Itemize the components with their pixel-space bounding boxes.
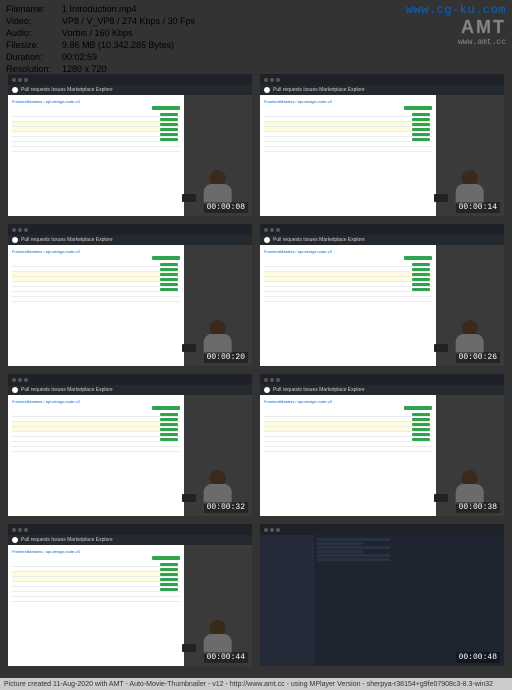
file-info-block: Filename: 1 Introduction.mp4 Video: VP8 … xyxy=(6,3,195,75)
clone-button xyxy=(152,556,180,560)
clone-button xyxy=(404,406,432,410)
github-icon xyxy=(12,87,18,93)
github-navbar: Pull requests Issues Marketplace Explore xyxy=(260,235,504,245)
github-repo-page: FrontendMasters / api-design-node-v3 xyxy=(8,95,184,216)
video-thumbnail: 00:00:48 xyxy=(260,524,504,666)
label-video: Video: xyxy=(6,15,62,27)
github-repo-page: FrontendMasters / api-design-node-v3 xyxy=(8,245,184,366)
video-thumbnail: Pull requests Issues Marketplace Explore… xyxy=(8,74,252,216)
browser-titlebar xyxy=(8,224,252,235)
clone-button xyxy=(152,106,180,110)
github-navbar: Pull requests Issues Marketplace Explore xyxy=(260,85,504,95)
presenter-video xyxy=(184,545,252,666)
repo-title: FrontendMasters / api-design-node-v3 xyxy=(264,99,432,104)
video-thumbnail: Pull requests Issues Marketplace Explore… xyxy=(260,74,504,216)
github-repo-page: FrontendMasters / api-design-node-v3 xyxy=(8,545,184,666)
repo-title: FrontendMasters / api-design-node-v3 xyxy=(264,249,432,254)
presenter-video xyxy=(184,395,252,516)
presenter-video xyxy=(184,95,252,216)
github-icon xyxy=(264,237,270,243)
editor-titlebar xyxy=(260,524,504,535)
video-thumbnail: Pull requests Issues Marketplace Explore… xyxy=(8,374,252,516)
github-repo-page: FrontendMasters / api-design-node-v3 xyxy=(260,245,436,366)
github-icon xyxy=(12,237,18,243)
value-filesize: 9.86 MB (10.342.285 Bytes) xyxy=(62,39,174,51)
value-video: VP8 / V_VP8 / 274 Kbps / 30 Fps xyxy=(62,15,195,27)
repo-title: FrontendMasters / api-design-node-v3 xyxy=(12,249,180,254)
github-navbar: Pull requests Issues Marketplace Explore xyxy=(8,535,252,545)
nav-items: Pull requests Issues Marketplace Explore xyxy=(273,387,365,393)
github-icon xyxy=(264,87,270,93)
github-repo-page: FrontendMasters / api-design-node-v3 xyxy=(260,395,436,516)
label-duration: Duration: xyxy=(6,51,62,63)
value-filename: 1 Introduction.mp4 xyxy=(62,3,137,15)
code-editor xyxy=(260,535,504,666)
timestamp: 00:00:20 xyxy=(204,352,248,363)
editor-sidebar xyxy=(260,535,314,666)
github-repo-page: FrontendMasters / api-design-node-v3 xyxy=(260,95,436,216)
editor-main xyxy=(314,535,504,666)
value-audio: Vorbis / 160 Kbps xyxy=(62,27,133,39)
github-icon xyxy=(12,387,18,393)
browser-titlebar xyxy=(260,224,504,235)
github-navbar: Pull requests Issues Marketplace Explore xyxy=(8,385,252,395)
clone-button xyxy=(404,256,432,260)
label-filesize: Filesize: xyxy=(6,39,62,51)
watermark-logo: AMT xyxy=(406,17,506,38)
nav-items: Pull requests Issues Marketplace Explore xyxy=(273,237,365,243)
github-icon xyxy=(12,537,18,543)
timestamp: 00:00:44 xyxy=(204,652,248,663)
thumbnail-grid: Pull requests Issues Marketplace Explore… xyxy=(8,74,504,666)
value-resolution: 1280 x 720 xyxy=(62,63,107,75)
label-audio: Audio: xyxy=(6,27,62,39)
repo-title: FrontendMasters / api-design-node-v3 xyxy=(264,399,432,404)
browser-titlebar xyxy=(260,74,504,85)
clone-button xyxy=(152,256,180,260)
presenter-video xyxy=(436,245,504,366)
github-navbar: Pull requests Issues Marketplace Explore xyxy=(260,385,504,395)
repo-title: FrontendMasters / api-design-node-v3 xyxy=(12,399,180,404)
watermark: www.cg-ku.com AMT www.amt.cc xyxy=(406,3,506,47)
video-thumbnail: Pull requests Issues Marketplace Explore… xyxy=(8,224,252,366)
footer-credit: Picture created 11-Aug-2020 with AMT - A… xyxy=(0,678,512,690)
github-navbar: Pull requests Issues Marketplace Explore xyxy=(8,235,252,245)
nav-items: Pull requests Issues Marketplace Explore xyxy=(21,387,113,393)
timestamp: 00:00:08 xyxy=(204,202,248,213)
timestamp: 00:00:48 xyxy=(456,652,500,663)
timestamp: 00:00:32 xyxy=(204,502,248,513)
clone-button xyxy=(404,106,432,110)
browser-titlebar xyxy=(8,524,252,535)
presenter-video xyxy=(436,95,504,216)
nav-items: Pull requests Issues Marketplace Explore xyxy=(21,237,113,243)
value-duration: 00:02:59 xyxy=(62,51,97,63)
repo-title: FrontendMasters / api-design-node-v3 xyxy=(12,549,180,554)
browser-titlebar xyxy=(8,74,252,85)
nav-items: Pull requests Issues Marketplace Explore xyxy=(273,87,365,93)
timestamp: 00:00:26 xyxy=(456,352,500,363)
browser-titlebar xyxy=(260,374,504,385)
video-thumbnail: Pull requests Issues Marketplace Explore… xyxy=(260,374,504,516)
watermark-url: www.cg-ku.com xyxy=(406,3,506,17)
video-thumbnail: Pull requests Issues Marketplace Explore… xyxy=(260,224,504,366)
presenter-video xyxy=(184,245,252,366)
timestamp: 00:00:38 xyxy=(456,502,500,513)
github-icon xyxy=(264,387,270,393)
video-thumbnail: Pull requests Issues Marketplace Explore… xyxy=(8,524,252,666)
presenter-video xyxy=(436,395,504,516)
nav-items: Pull requests Issues Marketplace Explore xyxy=(21,87,113,93)
nav-items: Pull requests Issues Marketplace Explore xyxy=(21,537,113,543)
watermark-sub: www.amt.cc xyxy=(406,38,506,47)
browser-titlebar xyxy=(8,374,252,385)
label-resolution: Resolution: xyxy=(6,63,62,75)
clone-button xyxy=(152,406,180,410)
label-filename: Filename: xyxy=(6,3,62,15)
timestamp: 00:00:14 xyxy=(456,202,500,213)
github-navbar: Pull requests Issues Marketplace Explore xyxy=(8,85,252,95)
github-repo-page: FrontendMasters / api-design-node-v3 xyxy=(8,395,184,516)
repo-title: FrontendMasters / api-design-node-v3 xyxy=(12,99,180,104)
